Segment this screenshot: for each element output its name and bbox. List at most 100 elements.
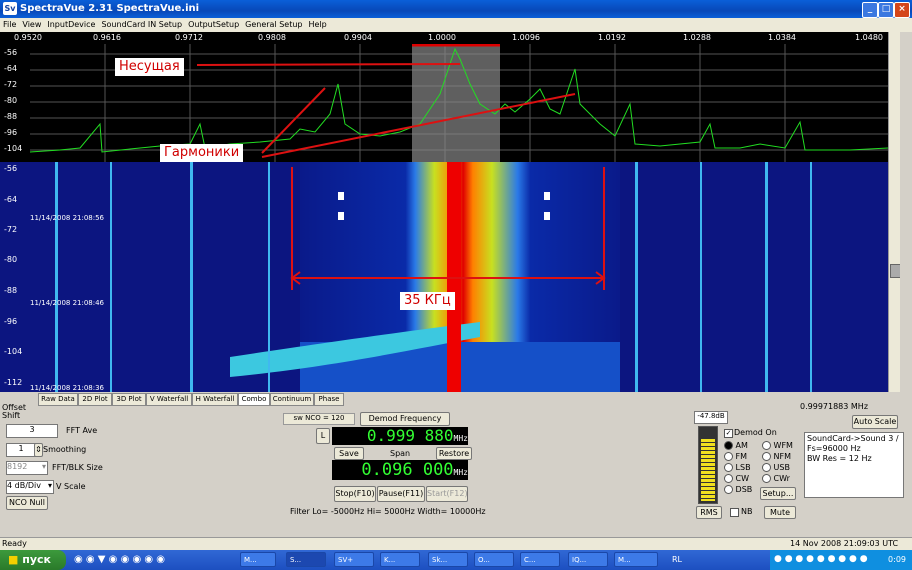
taskbar-item[interactable]: M... bbox=[240, 552, 276, 567]
taskbar-item[interactable]: C... bbox=[520, 552, 560, 567]
quicklaunch-icons[interactable]: ◉ ◉ ▼ ◉ ◉ ◉ ◉ ◉ bbox=[74, 554, 165, 565]
tab-h-waterfall[interactable]: H Waterfall bbox=[192, 393, 238, 406]
mode-dsb[interactable]: DSB bbox=[724, 485, 752, 494]
spectrum-plot[interactable]: -56 -64 -72 -80 -88 -96 -104 Несущая Гар… bbox=[0, 44, 888, 162]
frequency-value: 0.999 880 bbox=[366, 426, 454, 445]
menu-inputdevice[interactable]: InputDevice bbox=[44, 18, 98, 32]
waterfall-display[interactable]: -56 -64 -72 -80 -88 -96 -104 -112 11/14/… bbox=[0, 162, 888, 392]
save-button[interactable]: Save bbox=[334, 447, 364, 460]
taskbar-item[interactable]: SV+ bbox=[334, 552, 374, 567]
l-button[interactable]: L bbox=[316, 428, 330, 444]
demod-on-checkbox[interactable]: ✓ bbox=[724, 429, 733, 438]
mode-nfm[interactable]: NFM bbox=[762, 452, 791, 461]
y-tick: -72 bbox=[4, 225, 18, 234]
frequency-display[interactable]: 0.999 880MHz bbox=[332, 427, 468, 445]
radio-icon bbox=[762, 463, 771, 472]
rms-button[interactable]: RMS bbox=[696, 506, 722, 519]
taskbar-item[interactable]: IQ... bbox=[568, 552, 608, 567]
tab-v-waterfall[interactable]: V Waterfall bbox=[146, 393, 192, 406]
mute-button[interactable]: Mute bbox=[764, 506, 796, 519]
freq-tick: 0.9520 bbox=[14, 33, 42, 42]
stop-button[interactable]: Stop(F10) bbox=[334, 486, 376, 502]
restore-button[interactable]: Restore bbox=[436, 447, 472, 460]
window-title: SpectraVue 2.31 SpectraVue.ini bbox=[20, 3, 200, 14]
span-display[interactable]: 0.096 000MHz bbox=[332, 460, 468, 480]
fft-blk-size-select[interactable]: 8192 ▾ bbox=[6, 461, 48, 475]
minimize-button[interactable]: _ bbox=[862, 2, 878, 18]
menu-bar: File View InputDevice SoundCard IN Setup Out… bbox=[0, 18, 912, 32]
nb-checkbox[interactable] bbox=[730, 508, 739, 517]
start-button[interactable]: ■ пуск bbox=[0, 550, 66, 570]
mode-fm[interactable]: FM bbox=[724, 452, 747, 461]
tab-raw-data[interactable]: Raw Data bbox=[38, 393, 78, 406]
shift-label: Shift bbox=[2, 411, 21, 420]
waterfall-graphic bbox=[0, 162, 888, 392]
status-datetime: 14 Nov 2008 21:09:03 UTC bbox=[790, 539, 899, 548]
mode-label: CW bbox=[735, 474, 750, 483]
mode-lsb[interactable]: LSB bbox=[724, 463, 751, 472]
setup-button[interactable]: Setup... bbox=[760, 487, 796, 500]
mode-cwr[interactable]: CWr bbox=[762, 474, 790, 483]
mode-wfm[interactable]: WFM bbox=[762, 441, 793, 450]
tray-icons[interactable]: ● ● ● ● ● ● ● ● ● bbox=[774, 554, 868, 564]
v-scale-label: V Scale bbox=[56, 482, 86, 491]
auto-scale-button[interactable]: Auto Scale bbox=[852, 415, 898, 429]
menu-file[interactable]: File bbox=[0, 18, 19, 32]
meter-bar bbox=[701, 439, 715, 501]
maximize-button[interactable]: □ bbox=[878, 2, 894, 18]
nco-null-button[interactable]: NCO Null bbox=[6, 496, 48, 510]
taskbar-item[interactable]: S... bbox=[286, 552, 326, 567]
menu-help[interactable]: Help bbox=[306, 18, 330, 32]
system-tray: ● ● ● ● ● ● ● ● ● 0:09 bbox=[770, 550, 912, 570]
taskbar-item[interactable]: O... bbox=[474, 552, 514, 567]
frequency-axis: 0.9520 0.9616 0.9712 0.9808 0.9904 1.000… bbox=[0, 32, 888, 44]
demod-frequency-button[interactable]: Demod Frequency bbox=[360, 412, 450, 426]
close-button[interactable]: × bbox=[894, 2, 910, 18]
start-button[interactable]: Start(F12) bbox=[426, 486, 468, 502]
menu-soundcard-in-setup[interactable]: SoundCard IN Setup bbox=[98, 18, 185, 32]
pause-button[interactable]: Pause(F11) bbox=[377, 486, 425, 502]
smoothing-label: Smoothing bbox=[43, 445, 87, 454]
mode-label: AM bbox=[735, 441, 748, 450]
menu-view[interactable]: View bbox=[19, 18, 44, 32]
sw-nco-readout: sw NCO = 120 bbox=[283, 413, 355, 425]
tab-2d-plot[interactable]: 2D Plot bbox=[78, 393, 112, 406]
mode-usb[interactable]: USB bbox=[762, 463, 790, 472]
mode-label: USB bbox=[773, 463, 790, 472]
mode-am[interactable]: AM bbox=[724, 441, 748, 450]
status-bar: Ready 14 Nov 2008 21:09:03 UTC bbox=[0, 537, 912, 551]
freq-tick: 1.0288 bbox=[683, 33, 711, 42]
freq-tick: 1.0096 bbox=[512, 33, 540, 42]
tab-combo[interactable]: Combo bbox=[238, 393, 270, 406]
smoothing-spinner[interactable]: ⇕ bbox=[34, 443, 43, 457]
windows-flag-icon: ■ bbox=[8, 553, 19, 566]
taskbar-item[interactable]: M... bbox=[614, 552, 658, 567]
frequency-unit: MHz bbox=[453, 434, 468, 443]
mode-label: DSB bbox=[735, 485, 753, 494]
tab-3d-plot[interactable]: 3D Plot bbox=[112, 393, 146, 406]
info-line: BW Res = 12 Hz bbox=[807, 454, 872, 463]
fft-ave-input[interactable]: 3 bbox=[6, 424, 58, 438]
mode-label: CWr bbox=[773, 474, 790, 483]
tab-continuum[interactable]: Continuum bbox=[270, 393, 314, 406]
mode-label: WFM bbox=[773, 441, 793, 450]
right-edge bbox=[900, 32, 912, 392]
radio-icon bbox=[762, 474, 771, 483]
taskbar-item[interactable]: K... bbox=[380, 552, 420, 567]
radio-icon bbox=[724, 463, 733, 472]
tab-phase[interactable]: Phase bbox=[314, 393, 344, 406]
mode-cw[interactable]: CW bbox=[724, 474, 749, 483]
freq-tick: 0.9904 bbox=[344, 33, 372, 42]
y-tick: -64 bbox=[4, 195, 18, 204]
radio-icon bbox=[724, 452, 733, 461]
menu-outputsetup[interactable]: OutputSetup bbox=[185, 18, 242, 32]
freq-tick: 0.9808 bbox=[258, 33, 286, 42]
taskbar-item[interactable]: Sk... bbox=[428, 552, 468, 567]
y-tick: -104 bbox=[4, 144, 23, 153]
v-scale-select[interactable]: 4 dB/Div ▾ bbox=[6, 480, 54, 494]
bandwidth-annotation: 35 КГц bbox=[400, 292, 455, 310]
smoothing-input[interactable]: 1 bbox=[6, 443, 36, 457]
menu-general-setup[interactable]: General Setup bbox=[242, 18, 305, 32]
y-tick: -104 bbox=[4, 347, 23, 356]
language-indicator[interactable]: RL bbox=[672, 555, 682, 564]
